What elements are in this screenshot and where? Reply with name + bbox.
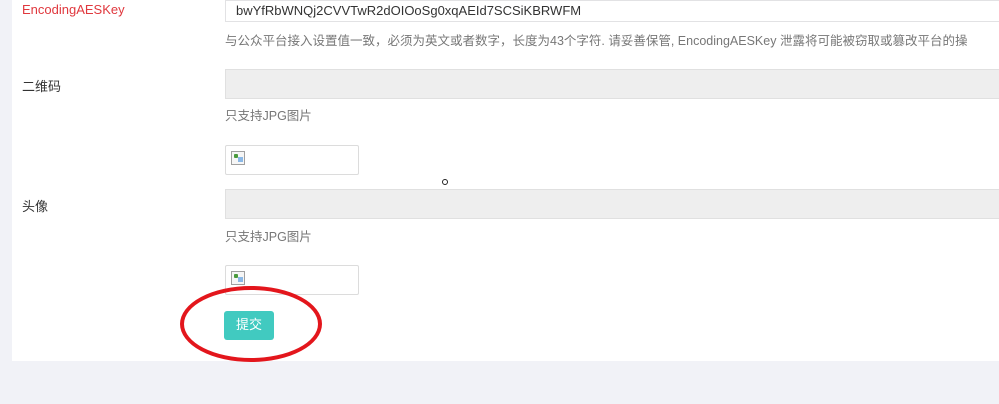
avatar-preview	[225, 265, 359, 295]
submit-button[interactable]: 提交	[224, 311, 274, 340]
aes-key-help: 与公众平台接入设置值一致，必须为英文或者数字，长度为43个字符. 请妥善保管, …	[225, 34, 968, 48]
broken-image-icon	[231, 271, 245, 285]
mouse-cursor-icon	[442, 179, 448, 185]
qrcode-preview	[225, 145, 359, 175]
avatar-label: 头像	[22, 199, 49, 214]
aes-key-label: EncodingAESKey	[22, 2, 125, 17]
avatar-file-input[interactable]	[225, 189, 999, 219]
form-panel: EncodingAESKey bwYfRbWNQj2CVVTwR2dOIOoSg…	[12, 0, 999, 361]
qrcode-file-input[interactable]	[225, 69, 999, 99]
avatar-help: 只支持JPG图片	[225, 230, 312, 244]
broken-image-icon	[231, 151, 245, 165]
qrcode-help: 只支持JPG图片	[225, 109, 312, 123]
qrcode-label: 二维码	[22, 79, 62, 94]
aes-key-input[interactable]: bwYfRbWNQj2CVVTwR2dOIOoSg0xqAEId7SCSiKBR…	[225, 0, 999, 22]
